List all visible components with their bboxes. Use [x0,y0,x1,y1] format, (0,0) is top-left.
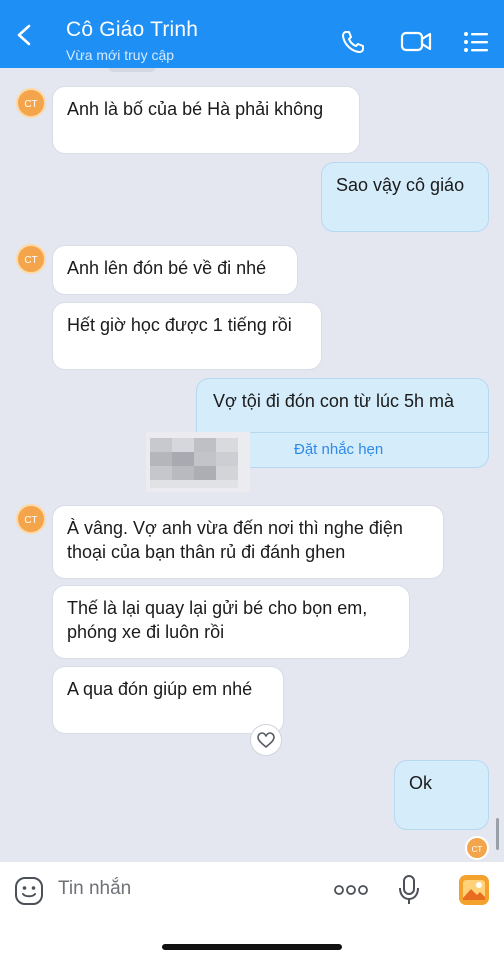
message-bubble[interactable]: Thế là lại quay lại gửi bé cho bọn em, p… [52,585,410,659]
message-bubble[interactable]: Ok [394,760,489,830]
sticker-face-icon[interactable] [14,876,44,906]
message-text: Anh là bố của bé Hà phải không [67,99,324,119]
more-options-icon[interactable] [334,884,368,896]
message-text: phóng xe đi luôn rồi [67,622,225,642]
chat-header: Cô Giáo Trinh Vừa mới truy cập [0,0,504,68]
message-bubble[interactable]: Hết giờ học được 1 tiếng rồi [52,302,322,370]
message-list[interactable]: CT Anh là bố của bé Hà phải không Sao vậ… [0,68,504,862]
message-text: Thế là lại quay lại gửi bé cho bọn em, [67,598,368,618]
home-indicator [162,944,342,950]
previous-message-edge [108,68,156,72]
message-bubble[interactable]: À vâng. Vợ anh vừa đến nơi thì nghe điện… [52,505,444,579]
heart-icon [257,732,275,748]
react-button[interactable] [250,724,282,756]
composer-bar: Tin nhắn [0,862,504,960]
message-text: Sao vậy cô giáo [336,175,465,195]
seen-avatar: CT [465,836,489,860]
video-camera-icon[interactable] [400,29,432,55]
contact-name[interactable]: Cô Giáo Trinh [66,18,198,42]
message-bubble[interactable]: Anh là bố của bé Hà phải không [52,86,360,154]
scrollbar[interactable] [496,818,499,850]
message-input[interactable]: Tin nhắn [58,878,131,900]
message-text: Vợ tội đi đón con từ lúc 5h mà [213,391,454,411]
bubble-divider [250,432,489,433]
set-reminder-link[interactable]: Đặt nhắc hẹn [294,441,383,458]
message-bubble[interactable]: Sao vậy cô giáo [321,162,489,232]
message-text: Anh lên đón bé về đi nhé [67,258,267,278]
message-bubble[interactable]: A qua đón giúp em nhé [52,666,284,734]
last-seen-status: Vừa mới truy cập [66,47,175,63]
message-text: Hết giờ học được 1 tiếng rồi [67,315,292,335]
message-bubble[interactable]: Anh lên đón bé về đi nhé [52,245,298,295]
avatar[interactable]: CT [16,504,46,534]
chevron-left-icon[interactable] [14,24,36,46]
message-text: Ok [409,773,433,793]
image-icon[interactable] [458,874,490,906]
avatar[interactable]: CT [16,88,46,118]
avatar[interactable]: CT [16,244,46,274]
list-menu-icon[interactable] [462,29,490,55]
phone-icon[interactable] [340,29,368,55]
microphone-icon[interactable] [398,874,420,906]
message-text: A qua đón giúp em nhé [67,679,253,699]
blurred-image [146,432,250,492]
message-text: À vâng. Vợ anh vừa đến nơi thì nghe điện [67,518,403,538]
message-text: thoại của bạn thân rủ đi đánh ghen [67,542,346,562]
